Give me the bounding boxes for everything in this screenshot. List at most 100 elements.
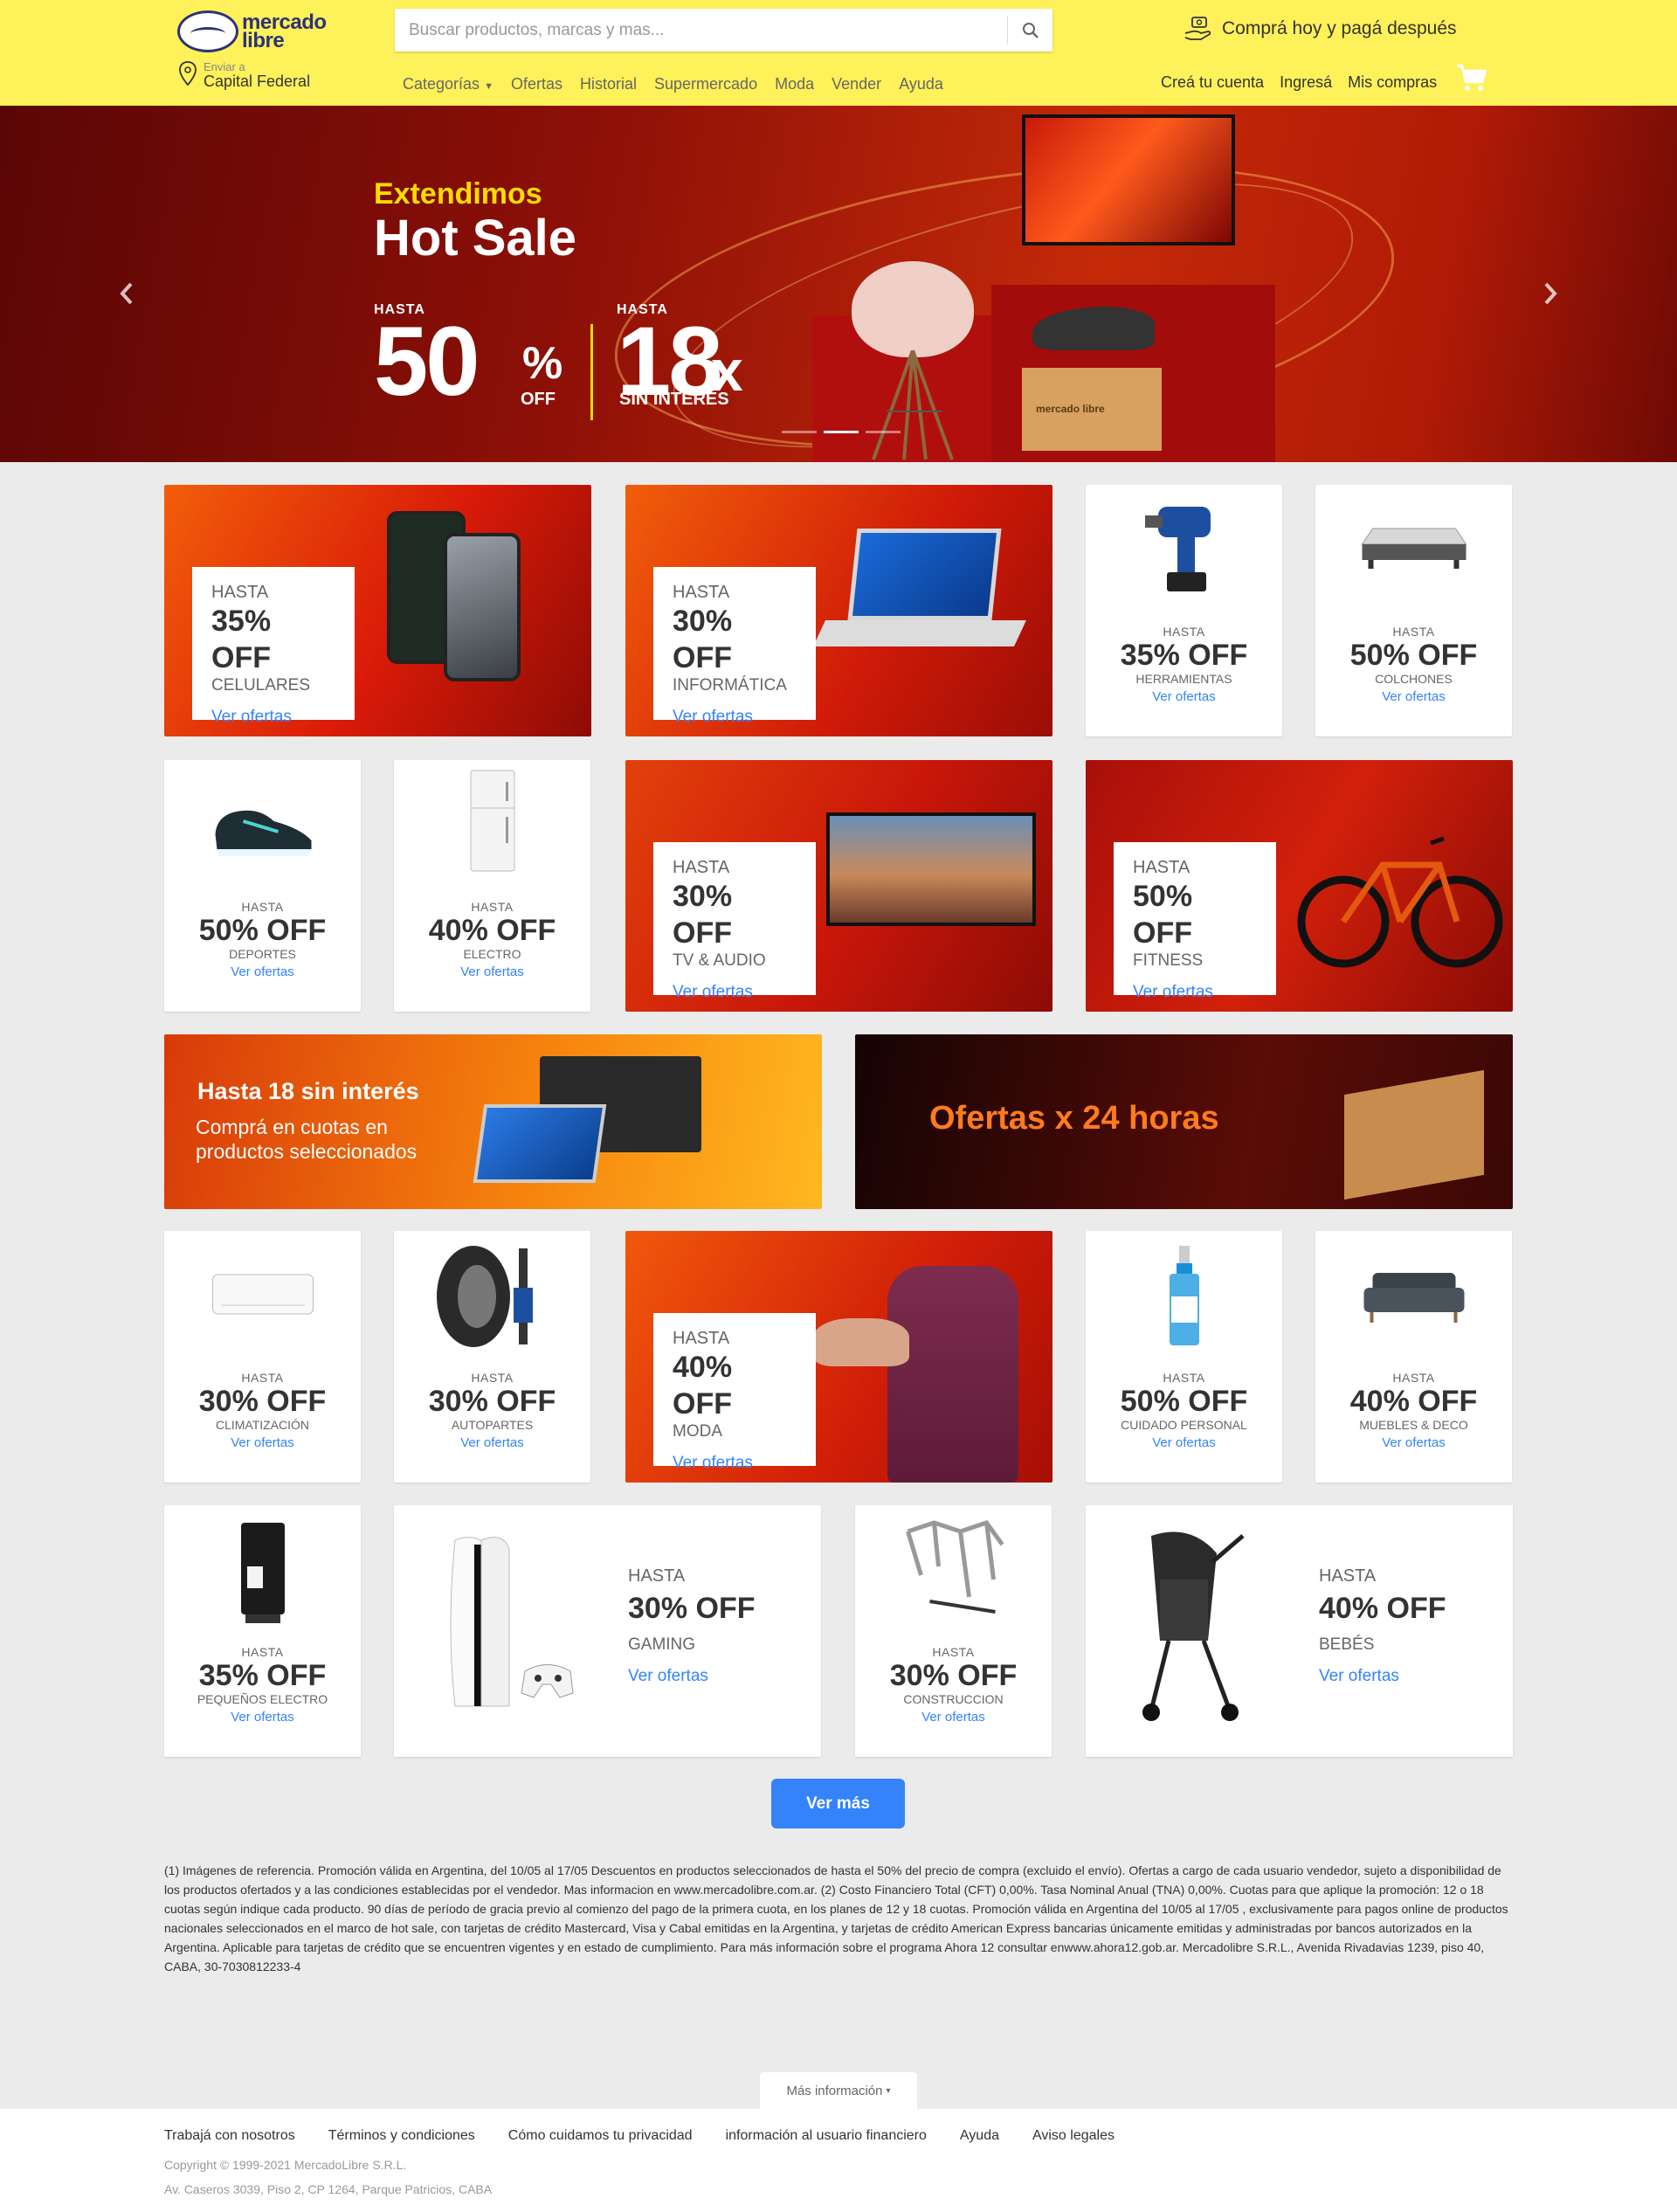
card-discount: 30% OFF [628, 1592, 756, 1625]
card-climatizacion[interactable]: HASTA 30% OFF CLIMATIZACIÓN Ver ofertas [164, 1231, 361, 1483]
ver-mas-button[interactable]: Ver más [771, 1779, 905, 1828]
card-link[interactable]: Ver ofertas [628, 1667, 755, 1686]
banner-cuotas[interactable]: Hasta 18 sin interés Comprá en cuotas en… [164, 1034, 822, 1209]
cart-button[interactable] [1456, 63, 1487, 97]
card-hasta-label: HASTA [1392, 1371, 1435, 1385]
mas-informacion-button[interactable]: Más información ▾ [760, 2072, 917, 2109]
footer-link-ayuda[interactable]: Ayuda [960, 2128, 999, 2144]
card-category: CLIMATIZACIÓN [215, 1418, 310, 1432]
card-link[interactable]: Ver ofertas [673, 983, 797, 1002]
card-link[interactable]: Ver ofertas [211, 708, 335, 727]
ladder-image [905, 1520, 1004, 1614]
card-cuidado-personal[interactable]: HASTA 50% OFF CUIDADO PERSONAL Ver ofert… [1086, 1231, 1282, 1483]
card-category: TV & AUDIO [673, 951, 766, 970]
footer-link-legales[interactable]: Aviso legales [1032, 2128, 1115, 2144]
search-button[interactable] [1007, 16, 1052, 45]
card-discount: 40% OFF [1319, 1592, 1446, 1625]
card-celulares[interactable]: HASTA 35% OFF CELULARES Ver ofertas [164, 485, 591, 736]
card-electro[interactable]: HASTA 40% OFF ELECTRO Ver ofertas [394, 760, 590, 1012]
sofa-image [1363, 1273, 1464, 1323]
card-tv[interactable]: HASTA 30% OFF TV & AUDIO Ver ofertas [625, 760, 1052, 1012]
card-link[interactable]: Ver ofertas [1315, 689, 1512, 704]
footer-link-terminos[interactable]: Términos y condiciones [328, 2128, 475, 2144]
login-link[interactable]: Ingresá [1280, 73, 1332, 92]
card-link[interactable]: Ver ofertas [673, 1454, 797, 1473]
carousel-dot-2[interactable] [824, 431, 859, 433]
banner-cuotas-title: Hasta 18 sin interés [197, 1078, 419, 1104]
card-autopartes[interactable]: HASTA 30% OFF AUTOPARTES Ver ofertas [394, 1231, 590, 1483]
card-link[interactable]: Ver ofertas [164, 1435, 361, 1450]
card-link[interactable]: Ver ofertas [1319, 1667, 1446, 1686]
card-hasta-label: HASTA [628, 1566, 686, 1586]
card-informatica[interactable]: HASTA 30% OFF INFORMÁTICA Ver ofertas [625, 485, 1052, 736]
card-category: COLCHONES [1375, 672, 1453, 686]
my-purchases-link[interactable]: Mis compras [1348, 73, 1437, 92]
nav-vender[interactable]: Vender [832, 75, 881, 93]
nav-ofertas[interactable]: Ofertas [511, 75, 562, 93]
laptop-image [847, 529, 1002, 620]
shipping-location[interactable]: Enviar a Capital Federal [179, 61, 310, 90]
card-construccion[interactable]: HASTA 30% OFF CONSTRUCCION Ver ofertas [855, 1505, 1052, 1757]
card-link[interactable]: Ver ofertas [394, 1435, 590, 1450]
hero-carousel[interactable]: Extendimos Hot Sale HASTA 50 % OFF HASTA… [0, 106, 1677, 462]
footer-link-privacidad[interactable]: Cómo cuidamos tu privacidad [508, 2128, 693, 2144]
card-link[interactable]: Ver ofertas [1133, 983, 1257, 1002]
card-link[interactable]: Ver ofertas [1315, 1435, 1512, 1450]
carousel-dot-3[interactable] [866, 431, 901, 433]
carousel-dots [782, 431, 901, 433]
hero-ml-box-image: mercado libre [1022, 368, 1162, 451]
card-discount: 35% OFF [211, 605, 272, 674]
nav-categorias[interactable]: Categorías ▼ [403, 75, 493, 93]
search-input[interactable] [395, 9, 1006, 52]
card-colchones[interactable]: HASTA 50% OFF COLCHONES Ver ofertas [1315, 485, 1512, 736]
card-category: MODA [673, 1422, 722, 1441]
card-link[interactable]: Ver ofertas [673, 708, 797, 727]
create-account-link[interactable]: Creá tu cuenta [1161, 73, 1264, 92]
nav-supermercado[interactable]: Supermercado [654, 75, 757, 93]
footer-link-trabaja[interactable]: Trabajá con nosotros [164, 2128, 295, 2144]
hero-prev-arrow[interactable] [109, 267, 144, 320]
card-link[interactable]: Ver ofertas [1086, 689, 1282, 704]
card-discount: 40% OFF [428, 914, 556, 947]
search-bar [395, 9, 1052, 52]
card-fitness[interactable]: HASTA 50% OFF FITNESS Ver ofertas [1086, 760, 1513, 1012]
promo-header-link[interactable]: Comprá hoy y pagá después [1184, 16, 1457, 42]
card-gaming[interactable]: HASTA 30% OFF GAMING Ver ofertas [394, 1505, 821, 1757]
laptop-base-image [813, 620, 1026, 646]
promo-header-text: Comprá hoy y pagá después [1222, 18, 1457, 38]
hero-title: Hot Sale [374, 210, 577, 266]
banner-ofertas-24[interactable]: Ofertas x 24 horas [855, 1034, 1513, 1209]
card-category: CONSTRUCCION [903, 1692, 1004, 1706]
card-herramientas[interactable]: HASTA 35% OFF HERRAMIENTAS Ver ofertas [1086, 485, 1282, 736]
card-informatica-box: HASTA 30% OFF INFORMÁTICA Ver ofertas [653, 567, 816, 726]
card-discount: 30% OFF [673, 605, 733, 674]
card-muebles[interactable]: HASTA 40% OFF MUEBLES & DECO Ver ofertas [1315, 1231, 1512, 1483]
card-category: CUIDADO PERSONAL [1121, 1418, 1247, 1432]
hero-sin-interes: SIN INTERÉS [619, 390, 729, 409]
card-moda[interactable]: HASTA 40% OFF MODA Ver ofertas [625, 1231, 1052, 1483]
drill-image [1144, 507, 1211, 591]
footer-link-financiero[interactable]: información al usuario financiero [726, 2128, 927, 2144]
card-link[interactable]: Ver ofertas [164, 1710, 361, 1725]
card-discount: 50% OFF [1133, 880, 1193, 950]
card-deportes[interactable]: HASTA 50% OFF DEPORTES Ver ofertas [164, 760, 361, 1012]
card-link[interactable]: Ver ofertas [164, 964, 361, 979]
hero-next-arrow[interactable] [1533, 267, 1568, 320]
card-link[interactable]: Ver ofertas [1086, 1435, 1282, 1450]
serum-bottle-image [1169, 1246, 1199, 1345]
card-discount: 30% OFF [889, 1659, 1018, 1692]
banner-cuotas-sub-2: productos seleccionados [196, 1140, 418, 1163]
card-link[interactable]: Ver ofertas [394, 964, 590, 979]
nav-moda[interactable]: Moda [775, 75, 814, 93]
card-hasta-label: HASTA [1133, 858, 1190, 877]
legal-disclaimer: (1) Imágenes de referencia. Promoción vá… [164, 1863, 1508, 1974]
card-bebes[interactable]: HASTA 40% OFF BEBÉS Ver ofertas [1086, 1505, 1513, 1757]
air-conditioner-image [211, 1274, 314, 1315]
nav-historial[interactable]: Historial [580, 75, 637, 93]
card-discount: 30% OFF [673, 880, 733, 950]
nav-ayuda[interactable]: Ayuda [899, 75, 943, 93]
mercadolibre-logo[interactable]: mercado libre [177, 10, 333, 54]
carousel-dot-1[interactable] [782, 431, 817, 433]
card-pequenos-electro[interactable]: HASTA 35% OFF PEQUEÑOS ELECTRO Ver ofert… [164, 1505, 361, 1757]
card-link[interactable]: Ver ofertas [855, 1710, 1052, 1725]
